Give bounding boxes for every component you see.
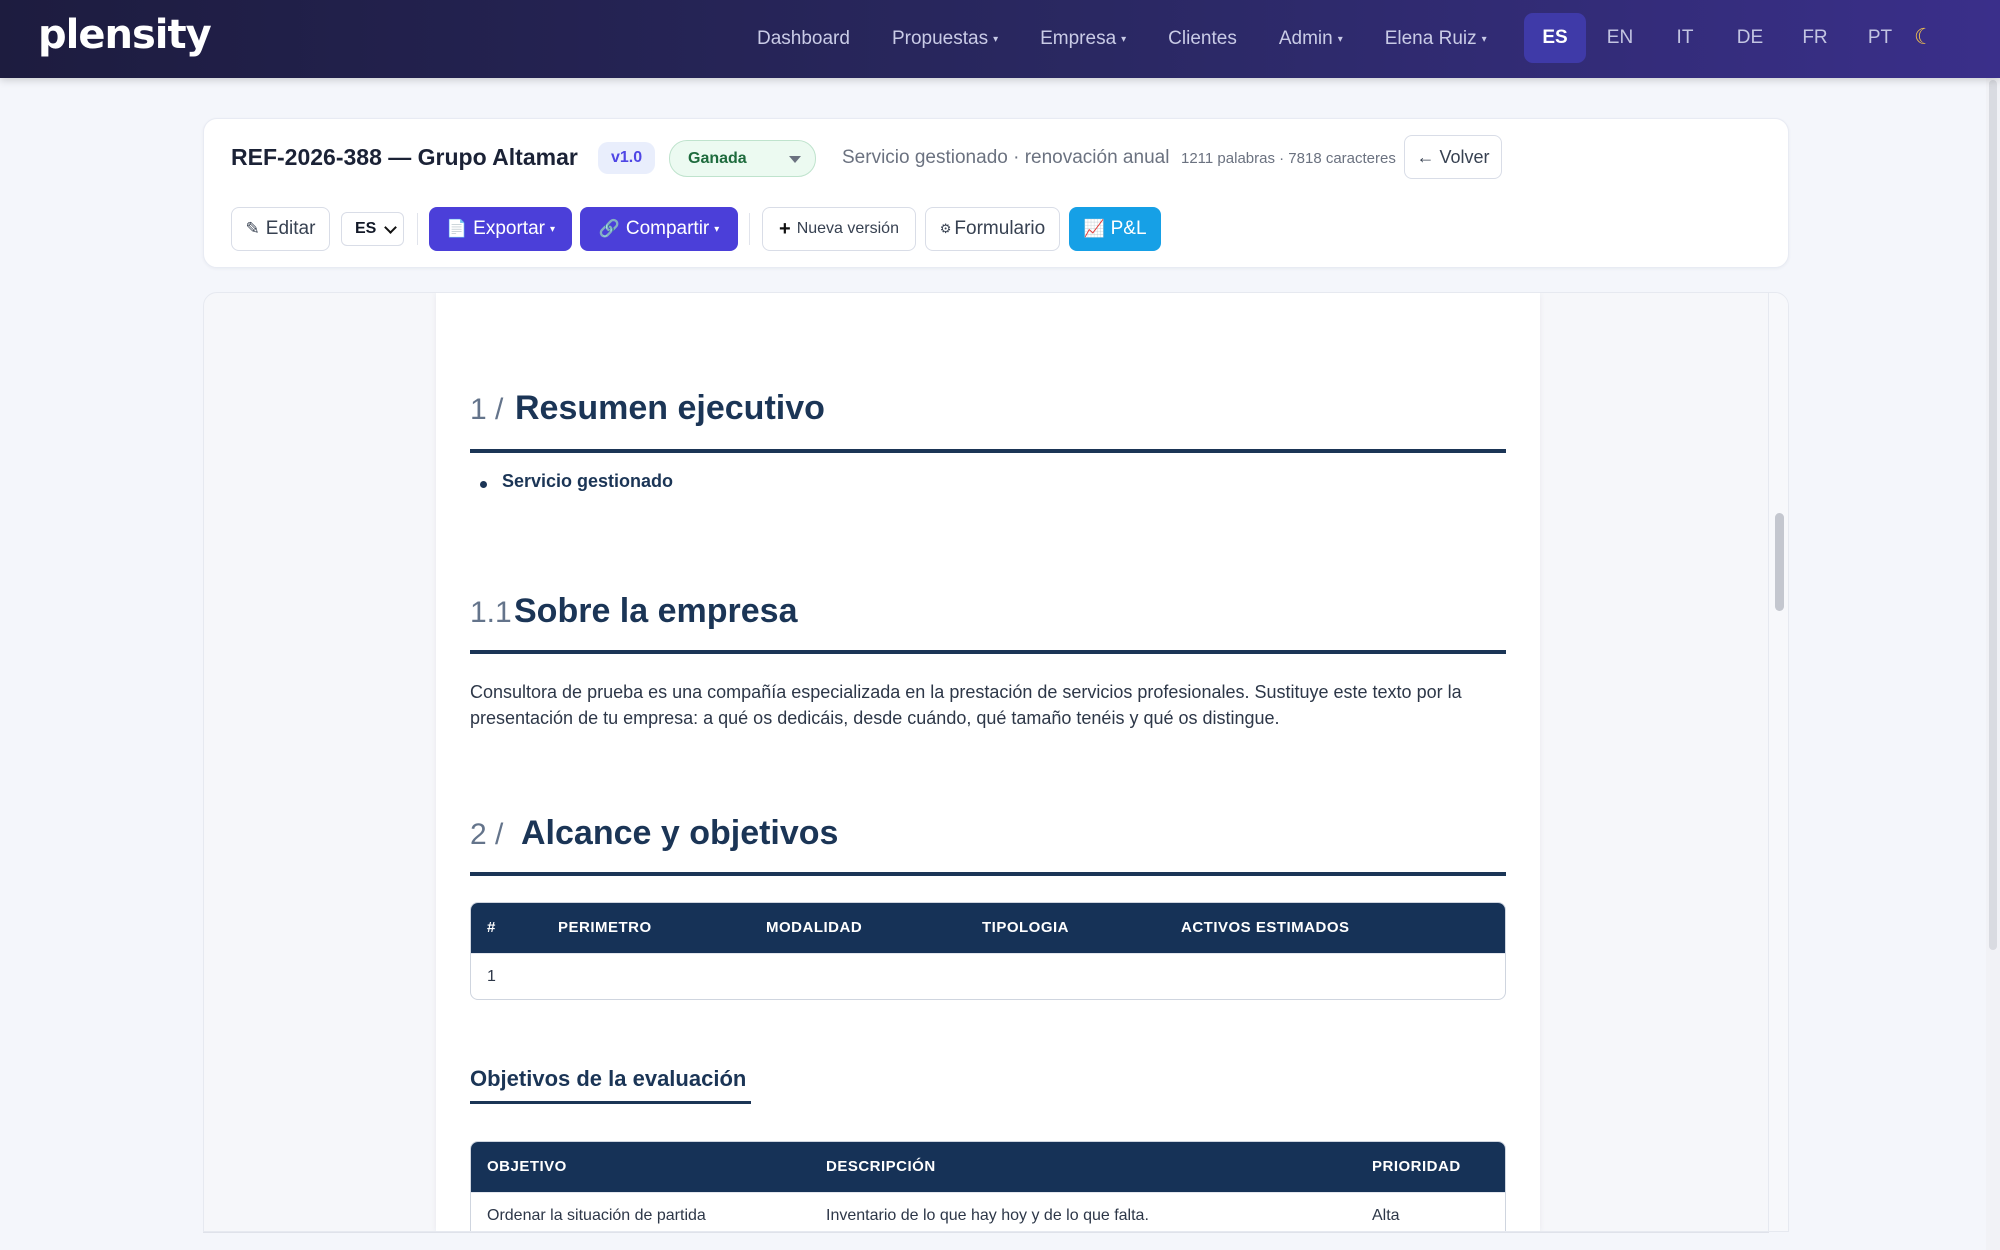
- link-icon: 🔗: [598, 219, 620, 238]
- scope-table: # PERIMETRO MODALIDAD TIPOLOGIA ACTIVOS …: [470, 902, 1506, 1000]
- new-version-label: Nueva versión: [796, 220, 899, 237]
- nav-propuestas-label: Propuestas: [891, 28, 989, 49]
- table-header: OBJETIVO DESCRIPCIÓN PRIORIDAD: [471, 1142, 1505, 1192]
- document-scrollbar-track[interactable]: [1768, 293, 1788, 1231]
- objectives-table: OBJETIVO DESCRIPCIÓN PRIORIDAD Ordenar l…: [470, 1141, 1506, 1231]
- caret-down-icon: [789, 156, 801, 163]
- export-label: Exportar: [473, 218, 545, 239]
- nav-empresa-label: Empresa: [1040, 28, 1117, 49]
- section-title: Sobre la empresa: [514, 592, 798, 630]
- table-row: Ordenar la situación de partida Inventar…: [471, 1192, 1505, 1231]
- chart-icon: 📈: [1083, 219, 1105, 238]
- section-title: Alcance y objetivos: [521, 814, 839, 852]
- export-button[interactable]: 📄 Exportar ▾: [429, 207, 572, 251]
- objectives-heading: Objetivos de la evaluación: [470, 1066, 747, 1091]
- table-cell: 1: [487, 968, 496, 985]
- nav-dashboard[interactable]: Dashboard: [736, 28, 871, 50]
- nav-admin[interactable]: Admin ▾: [1258, 28, 1364, 50]
- proposal-header-card: REF-2026-388 — Grupo Altamar v1.0 Ganada…: [203, 118, 1789, 268]
- nav-user-menu[interactable]: Elena Ruiz ▾: [1364, 28, 1508, 50]
- chevron-down-icon: ▾: [549, 223, 555, 235]
- toolbar-divider: [417, 213, 418, 245]
- status-value: Ganada: [688, 149, 747, 167]
- nav-empresa[interactable]: Empresa ▾: [1019, 28, 1147, 50]
- gear-icon: ⚙: [939, 221, 952, 236]
- chevron-down-icon: [384, 221, 397, 234]
- word-count: 1211 palabras · 7818 caracteres: [1181, 150, 1396, 167]
- section-number: 1 /: [470, 393, 504, 426]
- lang-pt[interactable]: PT: [1849, 13, 1911, 63]
- back-button[interactable]: ← Volver: [1404, 135, 1502, 179]
- page-scrollbar-thumb[interactable]: [1989, 80, 1997, 950]
- nav-clientes-label: Clientes: [1168, 28, 1237, 49]
- plus-icon: +: [779, 217, 791, 240]
- chevron-down-icon: ▾: [993, 33, 999, 45]
- section-number: 1.1: [470, 596, 512, 629]
- section-number: 2 /: [470, 818, 504, 851]
- section-divider: [470, 650, 1506, 654]
- form-label: Formulario: [954, 218, 1046, 239]
- document-viewer[interactable]: 1 / Resumen ejecutivo Servicio gestionad…: [203, 292, 1789, 1232]
- chevron-down-icon: ▾: [1337, 33, 1343, 45]
- document-icon: 📄: [445, 219, 468, 238]
- pl-label: P&L: [1110, 218, 1147, 239]
- nav-user-label: Elena Ruiz: [1384, 28, 1477, 49]
- table-cell: Alta: [1372, 1207, 1400, 1224]
- column-header: ACTIVOS ESTIMADOS: [1181, 919, 1350, 936]
- chevron-down-icon: ▾: [1121, 33, 1127, 45]
- section-divider: [470, 872, 1506, 876]
- column-header: MODALIDAD: [766, 919, 863, 936]
- document-scrollbar-thumb[interactable]: [1775, 513, 1784, 611]
- share-label: Compartir: [625, 218, 710, 239]
- pencil-icon: ✎: [245, 219, 260, 238]
- company-description: Consultora de prueba es una compañía esp…: [470, 682, 1462, 728]
- table-row: 1: [471, 953, 1505, 999]
- lang-en[interactable]: EN: [1589, 13, 1651, 63]
- section-title: Resumen ejecutivo: [515, 389, 825, 427]
- column-header: TIPOLOGIA: [982, 919, 1069, 936]
- form-button[interactable]: ⚙ Formulario: [925, 207, 1060, 251]
- column-header: OBJETIVO: [487, 1158, 567, 1175]
- bullet-item: Servicio gestionado: [502, 471, 674, 491]
- moon-icon[interactable]: ☾: [1914, 24, 1934, 50]
- bullet-dot: [480, 481, 487, 488]
- new-version-button[interactable]: + Nueva versión: [762, 207, 916, 251]
- language-switcher: ES EN IT DE FR PT: [1524, 13, 1914, 63]
- lang-it[interactable]: IT: [1654, 13, 1716, 63]
- lang-fr[interactable]: FR: [1784, 13, 1846, 63]
- column-header: DESCRIPCIÓN: [826, 1158, 936, 1175]
- nav-admin-label: Admin: [1278, 28, 1333, 49]
- column-header: #: [487, 919, 496, 936]
- lang-es[interactable]: ES: [1524, 13, 1586, 63]
- table-header: # PERIMETRO MODALIDAD TIPOLOGIA ACTIVOS …: [471, 903, 1505, 953]
- proposal-subtitle: Servicio gestionado · renovación anual: [842, 147, 1170, 168]
- toolbar-divider: [749, 213, 750, 245]
- pl-button[interactable]: 📈 P&L: [1069, 207, 1161, 251]
- document-language-select[interactable]: ES: [341, 212, 404, 246]
- status-select[interactable]: Ganada: [669, 140, 816, 177]
- top-navbar: plensity Dashboard Propuestas ▾ Empresa ▾ …: [0, 0, 2000, 78]
- lang-de[interactable]: DE: [1719, 13, 1781, 63]
- section-divider: [470, 449, 1506, 453]
- subheading-underline: [470, 1101, 751, 1104]
- nav-dashboard-label: Dashboard: [757, 28, 850, 49]
- column-header: PERIMETRO: [558, 919, 652, 936]
- chevron-down-icon: ▾: [714, 223, 720, 235]
- proposal-title: REF-2026-388 — Grupo Altamar: [231, 144, 578, 170]
- viewer-bottom-border: [203, 1232, 1769, 1233]
- share-button[interactable]: 🔗 Compartir ▾: [580, 207, 738, 251]
- version-badge: v1.0: [598, 142, 656, 174]
- chevron-down-icon: ▾: [1481, 33, 1487, 45]
- table-cell: Ordenar la situación de partida: [487, 1207, 706, 1224]
- brand-logo[interactable]: plensity: [38, 12, 212, 58]
- nav-clientes[interactable]: Clientes: [1147, 28, 1258, 50]
- nav-propuestas[interactable]: Propuestas ▾: [871, 28, 1019, 50]
- document-language-value: ES: [355, 220, 377, 237]
- edit-button[interactable]: ✎ Editar: [231, 207, 330, 251]
- document-page: 1 / Resumen ejecutivo Servicio gestionad…: [436, 293, 1540, 1231]
- edit-label: Editar: [265, 218, 316, 239]
- column-header: PRIORIDAD: [1372, 1158, 1461, 1175]
- nav-links: Dashboard Propuestas ▾ Empresa ▾ Clientes …: [736, 0, 1508, 78]
- table-cell: Inventario de lo que hay hoy y de lo que…: [826, 1207, 1149, 1224]
